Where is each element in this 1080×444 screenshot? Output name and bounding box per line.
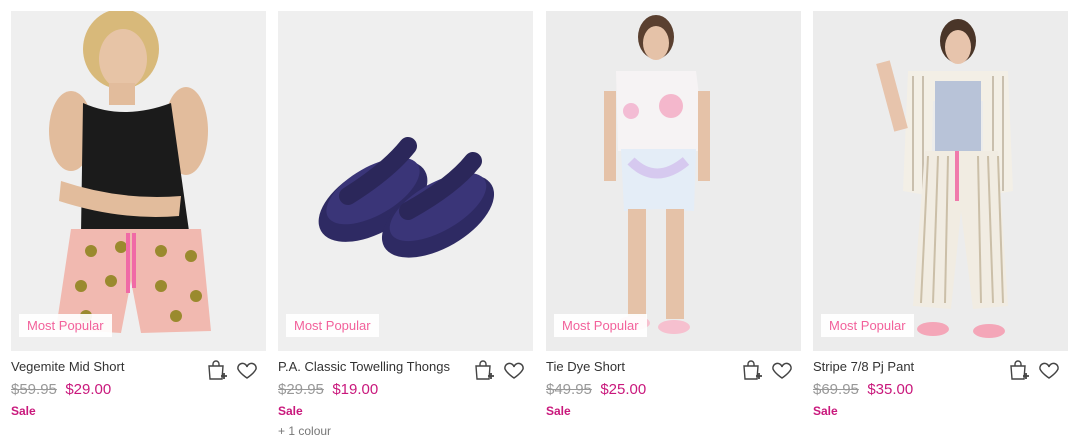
sale-price: $29.00 <box>65 381 112 398</box>
heart-icon <box>237 362 257 379</box>
product-info: Stripe 7/8 Pj Pant $69.95 $35.00 Sale <box>813 351 1068 418</box>
product-info: Vegemite Mid Short $59.95 $29.00 Sale <box>11 351 266 418</box>
product-card: Most Popular Vegemite Mid Short $59.95 $… <box>11 11 266 418</box>
price-row: $49.95 $25.00 <box>546 380 801 400</box>
product-grid: Most Popular Vegemite Mid Short $59.95 $… <box>0 0 1080 444</box>
colour-count-link[interactable]: + 1 colour <box>278 424 533 438</box>
product-card: Most Popular Stripe 7/8 Pj Pant $69.95 $… <box>813 11 1068 418</box>
original-price: $29.95 <box>278 381 324 398</box>
sale-price: $35.00 <box>867 381 914 398</box>
heart-icon <box>1039 362 1059 379</box>
bag-plus-icon <box>208 360 227 380</box>
sale-label: Sale <box>278 404 303 418</box>
sale-price: $19.00 <box>332 381 379 398</box>
original-price: $69.95 <box>813 381 859 398</box>
sale-label: Sale <box>546 404 571 418</box>
product-card: Most Popular P.A. Classic Towelling Thon… <box>278 11 533 438</box>
bag-plus-icon <box>1010 360 1029 380</box>
bag-plus-icon <box>475 360 494 380</box>
most-popular-badge: Most Popular <box>19 314 112 337</box>
wishlist-button[interactable] <box>234 357 260 383</box>
add-to-bag-button[interactable] <box>204 357 230 383</box>
product-image[interactable]: Most Popular <box>278 11 533 351</box>
product-image[interactable]: Most Popular <box>11 11 266 351</box>
original-price: $59.95 <box>11 381 57 398</box>
product-actions <box>204 357 260 383</box>
price-row: $69.95 $35.00 <box>813 380 1068 400</box>
product-image[interactable]: Most Popular <box>813 11 1068 351</box>
heart-icon <box>504 362 524 379</box>
add-to-bag-button[interactable] <box>1006 357 1032 383</box>
product-card: Most Popular Tie Dye Short $49.95 $25.00… <box>546 11 801 418</box>
product-image[interactable]: Most Popular <box>546 11 801 351</box>
add-to-bag-button[interactable] <box>739 357 765 383</box>
product-info: Tie Dye Short $49.95 $25.00 Sale <box>546 351 801 418</box>
most-popular-badge: Most Popular <box>821 314 914 337</box>
most-popular-badge: Most Popular <box>286 314 379 337</box>
price-row: $59.95 $29.00 <box>11 380 266 400</box>
product-actions <box>1006 357 1062 383</box>
sale-label: Sale <box>11 404 36 418</box>
price-row: $29.95 $19.00 <box>278 380 533 400</box>
wishlist-button[interactable] <box>501 357 527 383</box>
bag-plus-icon <box>743 360 762 380</box>
product-actions <box>471 357 527 383</box>
heart-icon <box>772 362 792 379</box>
product-info: P.A. Classic Towelling Thongs $29.95 $19… <box>278 351 533 438</box>
original-price: $49.95 <box>546 381 592 398</box>
most-popular-badge: Most Popular <box>554 314 647 337</box>
sale-price: $25.00 <box>600 381 647 398</box>
sale-label: Sale <box>813 404 838 418</box>
wishlist-button[interactable] <box>769 357 795 383</box>
wishlist-button[interactable] <box>1036 357 1062 383</box>
add-to-bag-button[interactable] <box>471 357 497 383</box>
product-actions <box>739 357 795 383</box>
